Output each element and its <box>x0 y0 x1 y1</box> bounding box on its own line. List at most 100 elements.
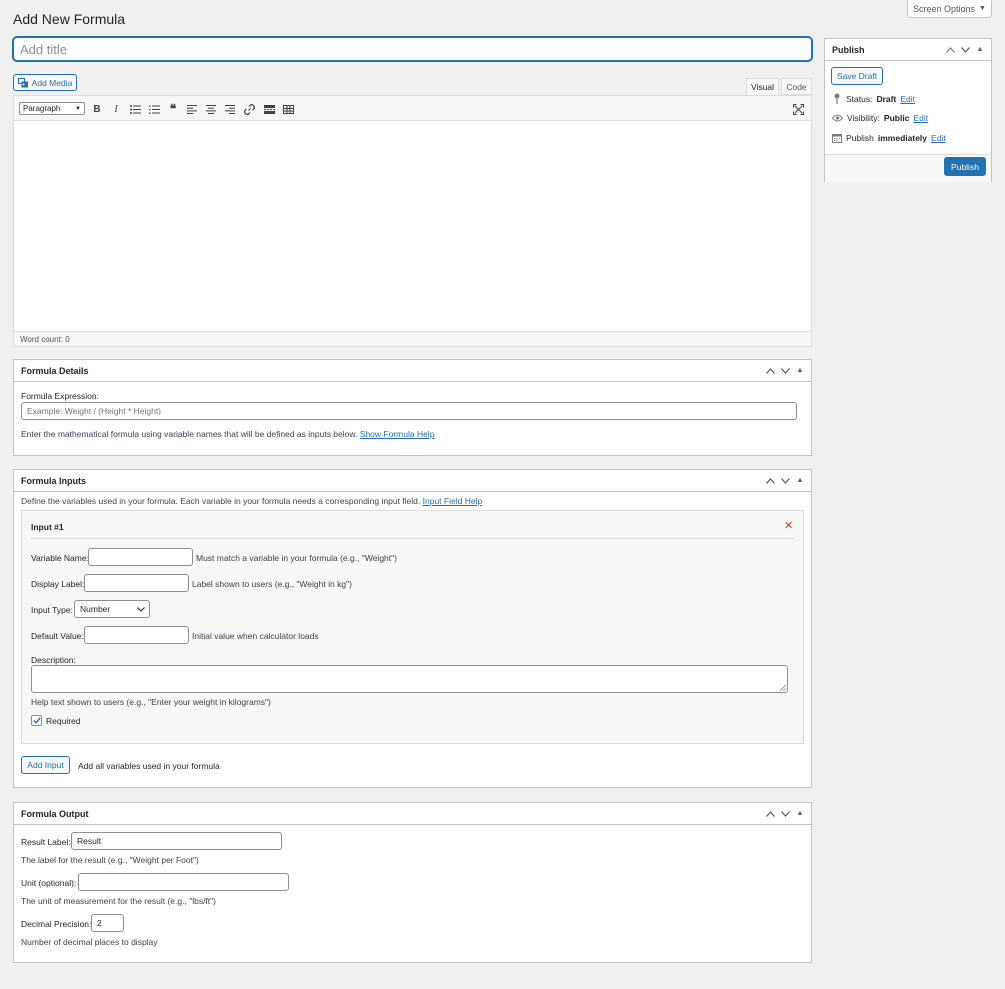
align-left-icon[interactable] <box>185 102 199 116</box>
chevron-down-icon[interactable] <box>780 366 790 376</box>
italic-icon[interactable]: I <box>109 102 123 116</box>
default-value-hint: Initial value when calculator loads <box>192 631 319 641</box>
tab-code[interactable]: Code <box>781 78 812 95</box>
description-hint: Help text shown to users (e.g., "Enter y… <box>31 697 271 707</box>
input-type-label: Input Type: <box>31 605 73 615</box>
input-item-divider <box>31 538 794 539</box>
calendar-icon <box>832 134 842 143</box>
schedule-row: Publish immediately Edit <box>832 133 946 143</box>
required-checkbox[interactable] <box>31 715 42 726</box>
formula-details-header: Formula Details ▲ <box>14 360 811 382</box>
visibility-edit-link[interactable]: Edit <box>913 113 928 123</box>
variable-name-input[interactable] <box>88 548 193 566</box>
description-textarea[interactable] <box>31 665 788 693</box>
chevron-up-icon[interactable] <box>945 45 955 55</box>
toolbar-toggle-icon[interactable] <box>281 102 295 116</box>
toggle-triangle-icon[interactable]: ▲ <box>795 366 805 376</box>
add-input-button[interactable]: Add Input <box>21 756 70 774</box>
publish-box-header: Publish ▲ <box>825 39 991 61</box>
input-type-value: Number <box>80 604 111 614</box>
resize-handle-icon[interactable] <box>780 685 786 691</box>
show-formula-help-link[interactable]: Show Formula Help <box>360 429 435 439</box>
editor-toolbar: Paragraph ▼ B I ❝ <box>14 96 811 121</box>
schedule-edit-link[interactable]: Edit <box>931 133 946 143</box>
visibility-value: Public <box>883 113 910 123</box>
result-label-input[interactable] <box>71 832 282 850</box>
formula-output-box: Formula Output ▲ Result Label: The label… <box>13 802 812 963</box>
format-select[interactable]: Paragraph ▼ <box>19 102 85 115</box>
blockquote-icon[interactable]: ❝ <box>166 102 180 116</box>
formula-details-heading: Formula Details <box>21 365 89 376</box>
add-media-label: Add Media <box>31 77 73 88</box>
caret-down-icon: ▼ <box>75 105 81 112</box>
formula-help-text: Enter the mathematical formula using var… <box>21 429 434 439</box>
post-title-input[interactable] <box>13 37 812 61</box>
publish-box: Publish ▲ Save Draft Status: Draft Edit … <box>824 38 992 182</box>
decimal-precision-input[interactable] <box>91 914 124 932</box>
input-item: Input #1 ✕ Variable Name: Must match a v… <box>21 510 804 744</box>
bullet-list-icon[interactable] <box>128 102 142 116</box>
publish-button[interactable]: Publish <box>944 157 986 176</box>
schedule-label: Publish <box>846 133 874 143</box>
read-more-icon[interactable] <box>262 102 276 116</box>
formula-inputs-header: Formula Inputs ▲ <box>14 470 811 492</box>
variable-name-hint: Must match a variable in your formula (e… <box>196 553 397 563</box>
pin-icon <box>834 93 840 104</box>
status-edit-link[interactable]: Edit <box>900 94 915 104</box>
input-type-select[interactable]: Number <box>74 600 150 618</box>
align-center-icon[interactable] <box>204 102 218 116</box>
status-value: Draft <box>876 93 897 104</box>
save-draft-label: Save Draft <box>836 71 878 81</box>
publish-heading: Publish <box>832 44 865 55</box>
status-row: Status: Draft Edit <box>832 93 915 104</box>
variable-name-label: Variable Name: <box>31 553 89 563</box>
formula-output-heading: Formula Output <box>21 808 89 819</box>
formula-expression-input[interactable] <box>21 402 797 420</box>
screen-options-button[interactable]: Screen Options ▼ <box>907 0 992 18</box>
visibility-row: Visibility: Public Edit <box>832 113 928 123</box>
bold-icon[interactable]: B <box>90 102 104 116</box>
chevron-down-icon[interactable] <box>960 45 970 55</box>
checkmark-icon <box>32 717 41 724</box>
save-draft-button[interactable]: Save Draft <box>831 67 883 85</box>
word-count: Word count: 0 <box>14 331 811 346</box>
align-right-icon[interactable] <box>223 102 237 116</box>
add-input-hint: Add all variables used in your formula <box>78 761 220 771</box>
tab-visual-label: Visual <box>751 81 774 92</box>
formula-inputs-intro: Define the variables used in your formul… <box>21 496 482 506</box>
toggle-triangle-icon[interactable]: ▲ <box>795 476 805 486</box>
default-value-input[interactable] <box>84 626 189 644</box>
tab-visual[interactable]: Visual <box>746 78 779 95</box>
format-select-value: Paragraph <box>23 104 61 113</box>
caret-down-icon: ▼ <box>979 5 986 12</box>
remove-input-icon[interactable]: ✕ <box>784 519 793 532</box>
formula-inputs-intro-text: Define the variables used in your formul… <box>21 496 421 506</box>
chevron-down-icon <box>137 606 145 612</box>
input-field-help-link[interactable]: Input Field Help <box>423 496 483 506</box>
link-icon[interactable] <box>242 102 256 116</box>
display-label-hint: Label shown to users (e.g., "Weight in k… <box>192 579 352 589</box>
unit-label: Unit (optional): <box>21 878 77 888</box>
chevron-down-icon[interactable] <box>780 809 790 819</box>
formula-expression-label: Formula Expression: <box>21 391 99 401</box>
toggle-triangle-icon[interactable]: ▲ <box>795 809 805 819</box>
display-label-label: Display Label: <box>31 579 85 589</box>
toggle-triangle-icon[interactable]: ▲ <box>975 45 985 55</box>
required-label: Required <box>46 716 81 726</box>
unit-hint: The unit of measurement for the result (… <box>21 896 217 906</box>
content-editor: Paragraph ▼ B I ❝ Word count: 0 <box>13 95 812 347</box>
formula-inputs-box: Formula Inputs ▲ Define the variables us… <box>13 469 812 788</box>
unit-input[interactable] <box>78 873 289 891</box>
display-label-input[interactable] <box>84 574 189 592</box>
result-label-label: Result Label: <box>21 837 71 847</box>
chevron-down-icon[interactable] <box>780 476 790 486</box>
chevron-up-icon[interactable] <box>765 366 775 376</box>
fullscreen-icon[interactable] <box>791 102 805 116</box>
decimal-precision-hint: Number of decimal places to display <box>21 937 158 947</box>
chevron-up-icon[interactable] <box>765 809 775 819</box>
chevron-up-icon[interactable] <box>765 476 775 486</box>
default-value-label: Default Value: <box>31 631 84 641</box>
editor-body[interactable] <box>14 121 811 333</box>
add-media-button[interactable]: Add Media <box>13 74 77 91</box>
numbered-list-icon[interactable] <box>147 102 161 116</box>
